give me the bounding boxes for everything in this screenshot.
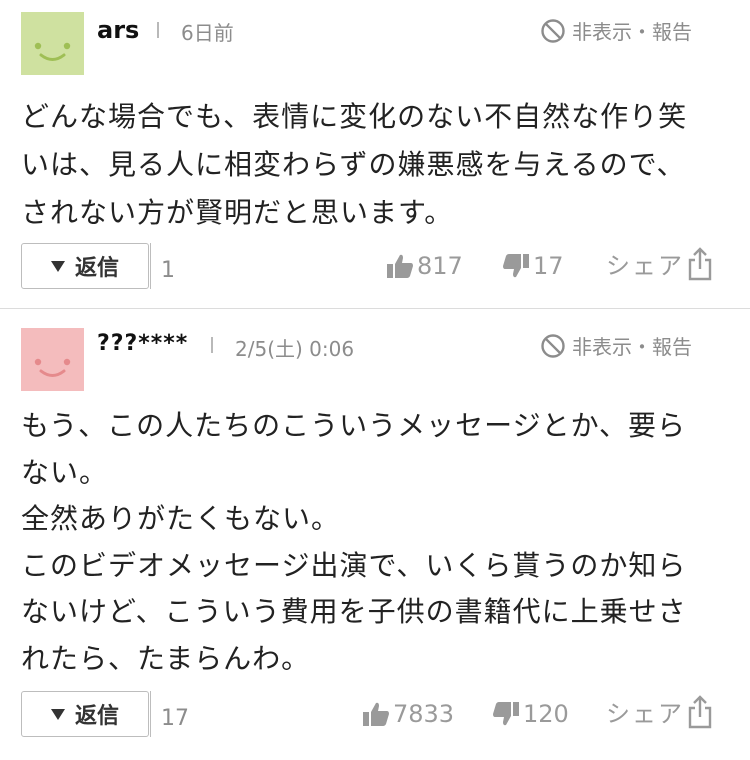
triangle-down-icon <box>50 260 65 272</box>
comment-line: もう、この人たちのこういうメッセージとか、要ら <box>21 409 687 442</box>
triangle-down-icon <box>50 708 65 720</box>
meta-separator <box>157 22 159 38</box>
share-label: シェア <box>606 252 684 280</box>
dislike-count: 17 <box>533 252 564 280</box>
comment-line: どんな場合でも、表情に変化のない不自然な作り笑 <box>21 100 688 133</box>
dislike-button[interactable]: 17 <box>502 252 564 280</box>
avatar[interactable] <box>21 12 84 75</box>
share-icon <box>688 247 712 281</box>
dislike-count: 120 <box>523 700 569 728</box>
comment-item: ars 6日前 非表示・報告 どんな場合でも、表情に変化のない不自然な作り笑 い… <box>0 0 750 309</box>
comment-line: いは、見る人に相変わらずの嫌悪感を与えるので、 <box>21 148 686 181</box>
reply-label: 返信 <box>74 704 119 729</box>
like-button[interactable]: 817 <box>386 252 463 280</box>
thumbs-up-icon <box>363 702 389 726</box>
comment-text: どんな場合でも、表情に変化のない不自然な作り笑 いは、見る人に相変わらずの嫌悪感… <box>21 93 721 237</box>
hide-report-link[interactable]: 非表示・報告 <box>540 331 692 360</box>
hide-report-label: 非表示・報告 <box>572 20 692 44</box>
timestamp: 6日前 <box>181 21 234 45</box>
user-name[interactable]: ???**** <box>97 331 188 356</box>
comment-line: されない方が賢明だと思います。 <box>21 196 454 229</box>
reply-label: 返信 <box>74 256 119 281</box>
reply-button[interactable]: 返信 <box>21 691 149 737</box>
like-count: 817 <box>417 252 463 280</box>
reply-count[interactable]: 1 <box>161 258 175 283</box>
thumbs-up-icon <box>387 254 413 278</box>
comment-line: このビデオメッセージ出演で、いくら貰うのか知ら <box>21 548 687 582</box>
ban-icon <box>541 18 565 43</box>
divider <box>150 243 151 289</box>
like-count: 7833 <box>393 700 455 728</box>
divider <box>150 691 151 737</box>
thumbs-down-icon <box>503 254 529 278</box>
comment-text: もう、この人たちのこういうメッセージとか、要ら ない。 全然ありがたくもない。 … <box>21 403 721 682</box>
like-button[interactable]: 7833 <box>362 700 454 728</box>
share-label: シェア <box>606 700 684 728</box>
dislike-button[interactable]: 120 <box>492 700 569 728</box>
comment-line: ない。 <box>21 455 109 489</box>
hide-report-link[interactable]: 非表示・報告 <box>540 16 692 45</box>
timestamp: 2/5(土) 0:06 <box>235 337 355 361</box>
share-button[interactable]: シェア <box>606 246 712 281</box>
comment-line: れたら、たまらんわ。 <box>21 641 311 675</box>
meta-separator <box>211 337 213 353</box>
share-icon <box>688 695 712 729</box>
comment-line: 全然ありがたくもない。 <box>21 502 341 535</box>
comment-item: ???**** 2/5(土) 0:06 非表示・報告 もう、この人たちのこういう… <box>0 309 750 760</box>
reply-button[interactable]: 返信 <box>21 243 149 289</box>
ban-icon <box>541 333 565 358</box>
hide-report-label: 非表示・報告 <box>572 335 692 359</box>
comment-line: ないけど、こういう費用を子供の書籍代に上乗せさ <box>21 595 687 628</box>
smile-face-icon <box>21 12 84 75</box>
thumbs-down-icon <box>493 702 519 726</box>
avatar[interactable] <box>21 328 84 391</box>
user-name[interactable]: ars <box>97 16 139 44</box>
share-button[interactable]: シェア <box>606 694 712 729</box>
smile-face-icon <box>21 328 84 391</box>
reply-count[interactable]: 17 <box>161 706 189 731</box>
